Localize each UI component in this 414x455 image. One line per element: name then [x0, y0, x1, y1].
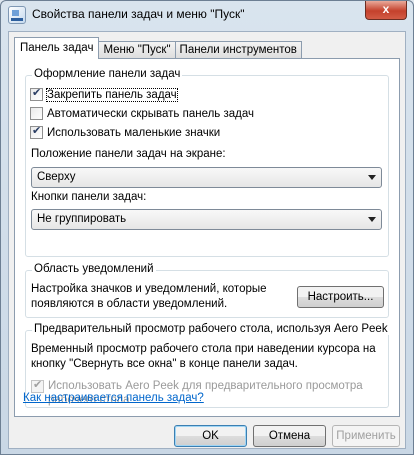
buttons-label: Кнопки панели задач: [31, 191, 147, 203]
dialog-client-area: Панель задач Меню "Пуск" Панели инструме… [8, 31, 406, 449]
customize-button[interactable]: Настроить... [297, 286, 384, 308]
tab-toolbars[interactable]: Панели инструментов [174, 41, 302, 59]
location-value: Сверху [37, 171, 76, 183]
notification-area-group: Область уведомлений Настройка значков и … [25, 263, 389, 318]
group-title: Предварительный просмотр рабочего стола,… [32, 323, 390, 335]
chevron-down-icon [368, 217, 376, 222]
cancel-button[interactable]: Отмена [253, 425, 326, 447]
taskbar-app-icon [8, 6, 26, 24]
buttons-select[interactable]: Не группировать [31, 209, 382, 230]
lock-taskbar-checkbox[interactable] [30, 86, 43, 101]
close-button[interactable]: x [365, 1, 407, 20]
tab-strip: Панель задач Меню "Пуск" Панели инструме… [14, 37, 302, 59]
notification-description-1: Настройка значков и уведомлений, которые [31, 283, 267, 295]
ok-button[interactable]: OK [174, 425, 247, 447]
small-icons-option[interactable]: Использовать маленькие значки [30, 124, 220, 139]
group-title: Оформление панели задач [32, 68, 183, 80]
apply-button[interactable]: Применить [332, 425, 400, 447]
notification-description-2: появляются в области уведомлений. [31, 298, 228, 310]
lock-taskbar-option[interactable]: Закрепить панель задач [30, 86, 178, 102]
auto-hide-checkbox[interactable] [30, 107, 43, 120]
auto-hide-option[interactable]: Автоматически скрывать панель задач [30, 107, 254, 120]
buttons-value: Не группировать [37, 213, 127, 225]
properties-dialog: Свойства панели задач и меню "Пуск" x Па… [0, 0, 414, 455]
aero-description-1: Временный просмотр рабочего стола при на… [31, 343, 376, 355]
taskbar-appearance-group: Оформление панели задач Закрепить панель… [25, 68, 389, 257]
window-title: Свойства панели задач и меню "Пуск" [32, 7, 245, 21]
location-label: Положение панели задач на экране: [31, 148, 226, 160]
aero-peek-label-line-1: Использовать Aero Peek для предварительн… [48, 380, 363, 392]
tab-start-menu[interactable]: Меню "Пуск" [98, 41, 176, 59]
tab-taskbar[interactable]: Панель задач [14, 37, 100, 59]
auto-hide-label[interactable]: Автоматически скрывать панель задач [47, 108, 254, 120]
location-select[interactable]: Сверху [31, 167, 382, 188]
small-icons-label[interactable]: Использовать маленькие значки [47, 127, 220, 139]
small-icons-checkbox[interactable] [30, 124, 43, 139]
group-title: Область уведомлений [32, 263, 156, 275]
title-bar[interactable]: Свойства панели задач и меню "Пуск" x [1, 1, 413, 29]
chevron-down-icon [368, 175, 376, 180]
aero-description-2: кнопку "Свернуть все окна" в конце панел… [31, 358, 298, 370]
taskbar-tab-panel: Оформление панели задач Закрепить панель… [14, 58, 400, 417]
lock-taskbar-label[interactable]: Закрепить панель задач [46, 87, 178, 102]
help-link[interactable]: Как настраивается панель задач? [23, 392, 204, 404]
